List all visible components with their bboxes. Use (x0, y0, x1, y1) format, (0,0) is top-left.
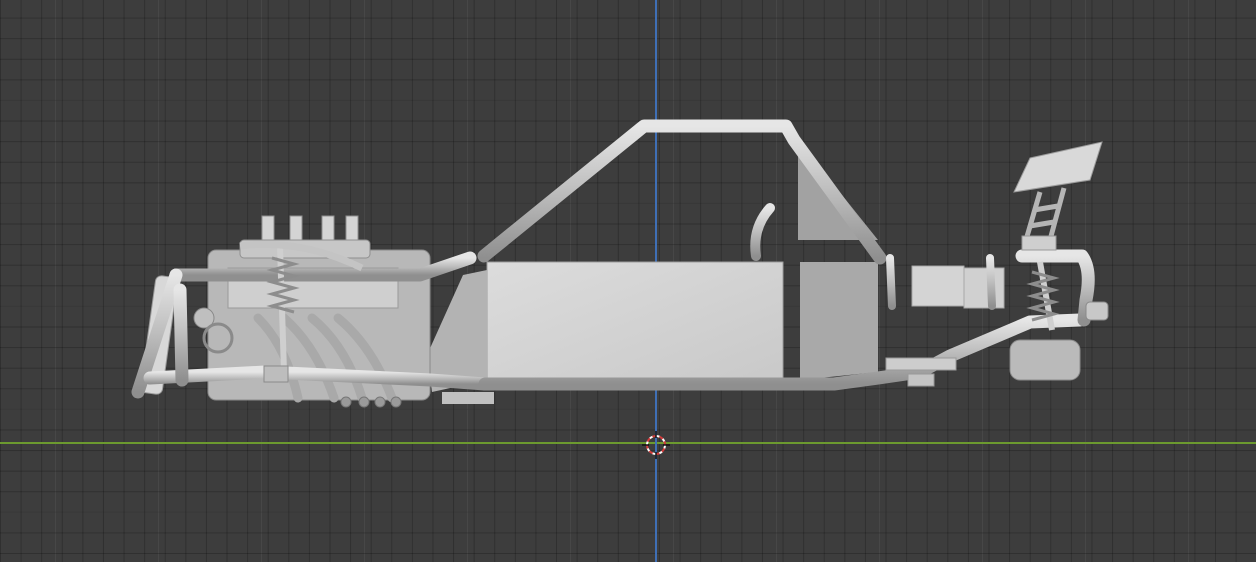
rear-wing (1013, 141, 1103, 251)
3d-viewport[interactable] (0, 0, 1256, 562)
3d-cursor-icon[interactable] (640, 429, 672, 461)
chassis-model[interactable] (0, 0, 1256, 562)
